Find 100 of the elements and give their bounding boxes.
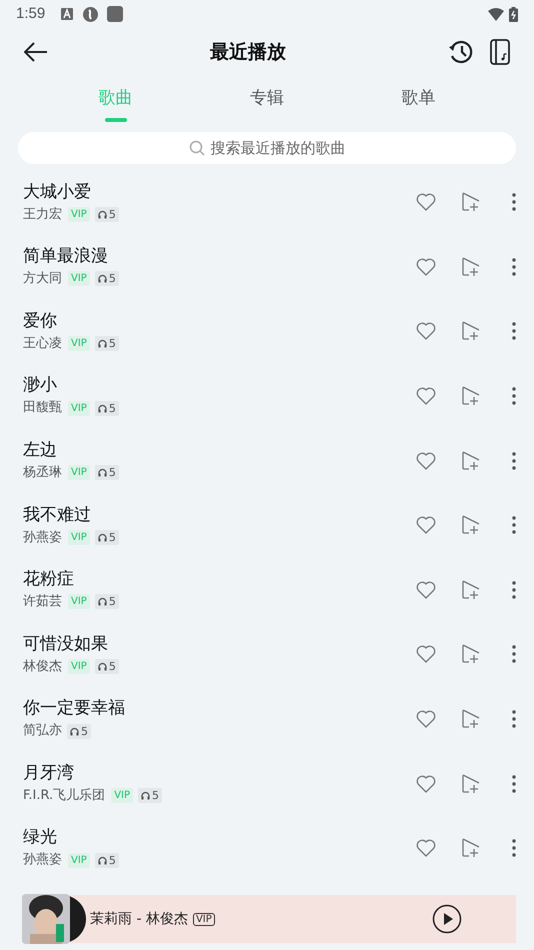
more-button[interactable] bbox=[512, 193, 516, 212]
back-button[interactable] bbox=[24, 42, 48, 62]
heart-icon bbox=[416, 258, 436, 276]
add-to-playlist-button[interactable] bbox=[462, 386, 480, 406]
like-button[interactable] bbox=[416, 839, 436, 858]
song-row[interactable]: 你一定要幸福 简弘亦 5 bbox=[0, 686, 534, 752]
heart-icon bbox=[416, 516, 436, 534]
play-count-badge: 5 bbox=[94, 594, 119, 610]
status-time: 1:59 bbox=[16, 4, 46, 24]
more-button[interactable] bbox=[512, 645, 516, 664]
music-file-icon bbox=[490, 39, 510, 65]
add-to-playlist-button[interactable] bbox=[462, 321, 480, 342]
artist-name: 孙燕姿 bbox=[23, 528, 62, 547]
add-to-playlist-button[interactable] bbox=[462, 644, 480, 664]
like-button[interactable] bbox=[416, 710, 436, 728]
like-button[interactable] bbox=[416, 452, 436, 470]
add-to-playlist-icon bbox=[462, 256, 480, 277]
like-button[interactable] bbox=[416, 258, 436, 276]
heart-icon bbox=[416, 839, 436, 858]
headphones-icon bbox=[98, 662, 107, 671]
song-row[interactable]: 我不难过 孙燕姿 VIP 5 bbox=[0, 492, 534, 558]
song-row[interactable]: 月牙湾 F.I.R.飞儿乐团 VIP 5 bbox=[0, 751, 534, 816]
song-title: 简单最浪漫 bbox=[23, 245, 109, 268]
like-button[interactable] bbox=[416, 645, 436, 664]
like-button[interactable] bbox=[416, 193, 436, 212]
track-title: 茉莉雨 - 林俊杰 bbox=[90, 910, 188, 928]
song-row[interactable]: 简单最浪漫 方大同 VIP 5 bbox=[0, 234, 534, 300]
more-button[interactable] bbox=[512, 258, 516, 276]
add-to-playlist-icon bbox=[462, 580, 480, 600]
headphones-icon bbox=[98, 404, 107, 413]
like-button[interactable] bbox=[416, 387, 436, 406]
song-title: 月牙湾 bbox=[23, 762, 75, 784]
more-button[interactable] bbox=[512, 839, 516, 858]
more-button[interactable] bbox=[512, 452, 516, 470]
more-button[interactable] bbox=[512, 580, 516, 599]
song-row[interactable]: 花粉症 许茹芸 VIP 5 bbox=[0, 558, 534, 622]
vip-badge: VIP bbox=[68, 852, 90, 868]
tab[interactable]: 专辑 bbox=[191, 78, 343, 130]
heart-icon bbox=[416, 322, 436, 340]
play-count-badge: 5 bbox=[94, 530, 119, 545]
song-row[interactable]: 渺小 田馥甄 VIP 5 bbox=[0, 364, 534, 428]
heart-icon bbox=[416, 452, 436, 470]
history-button[interactable] bbox=[448, 39, 474, 65]
more-icon bbox=[512, 580, 516, 599]
headphones-icon bbox=[98, 338, 107, 348]
add-to-playlist-icon bbox=[462, 838, 480, 858]
headphones-icon bbox=[98, 210, 107, 219]
tab[interactable]: 歌单 bbox=[342, 78, 494, 130]
more-button[interactable] bbox=[512, 387, 516, 406]
song-row[interactable]: 绿光 孙燕姿 VIP 5 bbox=[0, 816, 534, 881]
more-icon bbox=[512, 322, 516, 340]
vip-badge: VIP bbox=[68, 658, 90, 674]
more-button[interactable] bbox=[512, 774, 516, 793]
add-to-playlist-button[interactable] bbox=[462, 450, 480, 471]
local-music-button[interactable] bbox=[490, 39, 510, 65]
play-button[interactable] bbox=[432, 904, 462, 934]
add-to-playlist-button[interactable] bbox=[462, 709, 480, 730]
more-icon bbox=[512, 258, 516, 276]
vip-badge: VIP bbox=[192, 912, 215, 926]
song-row[interactable]: 左边 杨丞琳 VIP 5 bbox=[0, 428, 534, 493]
like-button[interactable] bbox=[416, 774, 436, 793]
add-to-playlist-icon bbox=[462, 192, 480, 212]
search-icon bbox=[189, 140, 205, 156]
heart-icon bbox=[416, 387, 436, 406]
more-button[interactable] bbox=[512, 322, 516, 340]
headphones-icon bbox=[70, 726, 79, 736]
add-to-playlist-button[interactable] bbox=[462, 774, 480, 794]
vip-badge: VIP bbox=[68, 271, 90, 286]
song-title: 你一定要幸福 bbox=[23, 697, 126, 720]
add-to-playlist-button[interactable] bbox=[462, 580, 480, 600]
more-button[interactable] bbox=[512, 516, 516, 534]
song-title: 花粉症 bbox=[23, 568, 75, 590]
add-to-playlist-button[interactable] bbox=[462, 515, 480, 536]
heart-icon bbox=[416, 774, 436, 793]
like-button[interactable] bbox=[416, 580, 436, 599]
page-title: 最近播放 bbox=[210, 40, 286, 65]
play-count-badge: 5 bbox=[138, 788, 162, 804]
song-row[interactable]: 大城小爱 王力宏 VIP 5 bbox=[0, 170, 534, 235]
song-row[interactable]: 可惜没如果 林俊杰 VIP 5 bbox=[0, 622, 534, 687]
player-bar[interactable]: 茉莉雨 - 林俊杰 VIP bbox=[22, 895, 516, 943]
add-to-playlist-button[interactable] bbox=[462, 192, 480, 212]
vip-badge: VIP bbox=[111, 788, 134, 804]
song-row[interactable]: 爱你 王心凌 VIP 5 bbox=[0, 299, 534, 364]
add-to-playlist-button[interactable] bbox=[462, 256, 480, 277]
add-to-playlist-icon bbox=[462, 644, 480, 664]
add-to-playlist-icon bbox=[462, 450, 480, 471]
search-field[interactable]: 搜索最近播放的歌曲 bbox=[18, 132, 516, 164]
like-button[interactable] bbox=[416, 322, 436, 340]
add-to-playlist-icon bbox=[462, 386, 480, 406]
vip-badge: VIP bbox=[68, 530, 90, 545]
add-to-playlist-icon bbox=[462, 774, 480, 794]
heart-icon bbox=[416, 645, 436, 664]
more-icon bbox=[512, 452, 516, 470]
add-to-playlist-button[interactable] bbox=[462, 838, 480, 858]
play-count-badge: 5 bbox=[67, 724, 91, 739]
more-button[interactable] bbox=[512, 710, 516, 728]
artist-name: 林俊杰 bbox=[23, 658, 62, 676]
song-title: 渺小 bbox=[23, 374, 58, 396]
battery-icon bbox=[509, 6, 518, 22]
like-button[interactable] bbox=[416, 516, 436, 534]
